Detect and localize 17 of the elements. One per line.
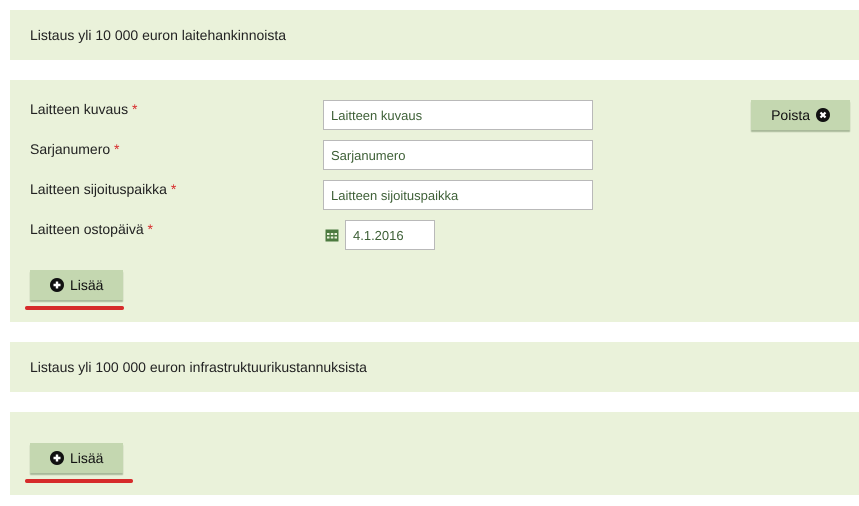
section-title: Listaus yli 100 000 euron infrastruktuurikustannuksista <box>30 359 367 375</box>
close-icon <box>816 108 830 122</box>
date-field[interactable]: 4.1.2016 <box>345 220 435 250</box>
field-label: Laitteen sijoituspaikka * <box>30 180 178 197</box>
field-label: Laitteen kuvaus * <box>30 100 138 117</box>
input-field[interactable]: Laitteen kuvaus <box>323 100 593 130</box>
input-field[interactable]: Laitteen sijoituspaikka <box>323 180 593 210</box>
add-button[interactable]: Lisää <box>30 270 124 300</box>
add-button[interactable]: Lisää <box>30 443 124 473</box>
plus-icon <box>50 451 64 465</box>
section-title: Listaus yli 10 000 euron laitehankinnoista <box>30 27 286 43</box>
plus-icon <box>50 278 64 292</box>
input-field[interactable]: Sarjanumero <box>323 140 593 170</box>
calendar-icon[interactable] <box>325 228 339 242</box>
remove-button[interactable]: Poista <box>751 100 850 130</box>
field-label: Laitteen ostopäivä * <box>30 220 154 237</box>
field-label: Sarjanumero * <box>30 140 120 157</box>
